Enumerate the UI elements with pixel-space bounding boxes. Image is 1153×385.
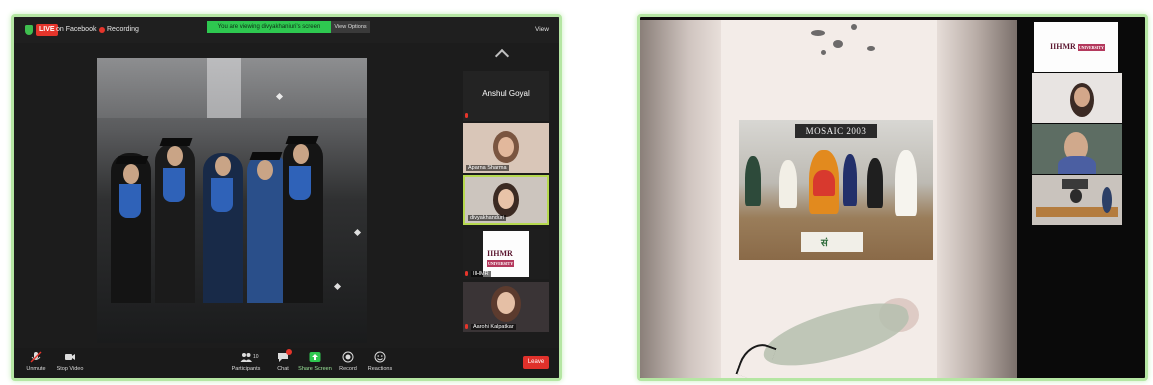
stop-video-button[interactable]: Stop Video <box>50 351 90 372</box>
ink-splash <box>851 24 857 30</box>
blurred-background-left <box>640 20 721 378</box>
graduate-face <box>257 160 273 180</box>
dancer-figure <box>867 158 883 208</box>
sparkle-icon <box>333 282 342 291</box>
graduation-cap <box>159 138 193 146</box>
photo-light <box>207 58 241 118</box>
facebook-stream-label[interactable]: on Facebook <box>56 24 96 36</box>
participants-button[interactable]: Participants 10 <box>226 351 266 372</box>
reactions-button[interactable]: Reactions <box>360 351 400 372</box>
participant-face <box>498 189 514 209</box>
participant-video <box>1070 189 1082 203</box>
graduate-face <box>293 144 309 164</box>
participant-tile[interactable] <box>1032 175 1122 225</box>
smiley-icon <box>374 351 386 363</box>
live-badge[interactable]: LIVE <box>36 24 58 36</box>
muted-mic-icon <box>465 324 468 329</box>
recording-label: Recording <box>107 26 139 33</box>
zoom-top-bar: LIVE on Facebook Recording You are viewi… <box>14 17 559 43</box>
sparkle-icon <box>353 228 362 237</box>
record-label: Record <box>339 366 357 372</box>
participant-video <box>1102 187 1112 213</box>
record-icon <box>342 351 354 363</box>
shield-icon[interactable] <box>25 25 33 35</box>
ink-splash <box>821 50 826 55</box>
participant-name: Aparna Sharma <box>466 165 509 171</box>
muted-mic-icon <box>465 271 468 276</box>
participant-name: divyakhanduri <box>468 215 506 221</box>
participant-name: IIHMR <box>471 271 491 277</box>
view-options-button[interactable]: View Options <box>331 21 370 33</box>
zoom-window: LIVE on Facebook Recording You are viewi… <box>11 14 562 381</box>
shared-story-window: MOSAIC 2003 सं IIHMR UNIVERSITY <box>637 14 1148 381</box>
event-banner: MOSAIC 2003 <box>795 124 877 138</box>
participant-name: Anshul Goyal <box>482 89 530 98</box>
shared-screen <box>97 58 367 343</box>
notification-badge <box>286 349 292 355</box>
participant-tile-logo[interactable]: IIHMR UNIVERSITY <box>1034 22 1118 72</box>
event-photo: MOSAIC 2003 सं <box>739 120 933 260</box>
graduate-hood <box>211 178 233 212</box>
graduate-hood <box>163 168 185 202</box>
graduate-figure <box>155 143 195 303</box>
microphone-icon <box>30 351 42 363</box>
dancer-figure <box>779 160 797 208</box>
participant-face <box>497 292 515 314</box>
graduate-hood <box>119 184 141 218</box>
participants-icon <box>240 353 252 362</box>
chat-label: Chat <box>277 366 289 372</box>
participant-tile[interactable]: IIHMR UNIVERSITY IIHMR <box>463 229 549 279</box>
view-button[interactable]: View <box>535 25 549 35</box>
recording-dot-icon <box>99 27 105 33</box>
mat-text: सं <box>821 238 828 249</box>
screen-share-banner: You are viewing divyakhaniuri's screen <box>207 21 331 33</box>
logo-text: IIHMR UNIVERSITY <box>1050 42 1105 51</box>
ink-splash <box>833 40 843 48</box>
video-camera-icon <box>65 354 75 360</box>
share-screen-icon <box>309 352 321 362</box>
zoom-toolbar: Unmute Stop Video Participants 10 Chat S… <box>14 348 559 378</box>
ink-splash <box>867 46 875 51</box>
participants-label: Participants <box>231 366 261 372</box>
participant-tile[interactable] <box>1032 124 1122 174</box>
unmute-label: Unmute <box>26 366 46 372</box>
participant-video <box>1058 156 1096 174</box>
dancer-figure <box>895 150 917 216</box>
leave-button[interactable]: Leave <box>523 356 549 369</box>
graduation-cap <box>249 152 283 160</box>
participant-tile[interactable]: Aarohi Kalpatkar <box>463 282 549 332</box>
graduation-cap <box>285 136 319 144</box>
graduation-cap <box>115 156 149 164</box>
floor-mat: सं <box>801 232 863 252</box>
room-screen <box>1062 179 1088 189</box>
ink-splash <box>811 30 825 36</box>
muted-mic-icon <box>465 113 468 118</box>
participant-name: Aarohi Kalpatkar <box>471 324 516 330</box>
decorative-brushstroke <box>757 294 915 376</box>
graduate-face <box>167 146 183 166</box>
stop-video-label: Stop Video <box>56 366 84 372</box>
graduate-hood <box>289 166 311 200</box>
graduate-face <box>123 164 139 184</box>
participant-face <box>1074 87 1090 107</box>
participant-tile[interactable] <box>1032 73 1122 123</box>
share-screen-label: Share Screen <box>298 366 332 372</box>
participant-tile-active-speaker[interactable]: divyakhanduri <box>463 175 549 225</box>
dancer-figure <box>813 170 835 196</box>
story-card: MOSAIC 2003 सं <box>721 20 937 378</box>
dancer-figure <box>843 154 857 206</box>
chevron-up-icon[interactable] <box>494 48 510 64</box>
dancer-figure <box>745 156 761 206</box>
participant-tile[interactable]: Aparna Sharma <box>463 123 549 173</box>
participant-tile[interactable]: Anshul Goyal <box>463 71 549 121</box>
reactions-label: Reactions <box>367 366 393 372</box>
logo-text: IIHMR UNIVERSITY <box>487 249 515 267</box>
graduate-face <box>215 156 231 176</box>
blurred-background-right <box>937 20 1017 378</box>
participant-face <box>498 137 514 157</box>
participants-count: 10 <box>253 354 259 360</box>
